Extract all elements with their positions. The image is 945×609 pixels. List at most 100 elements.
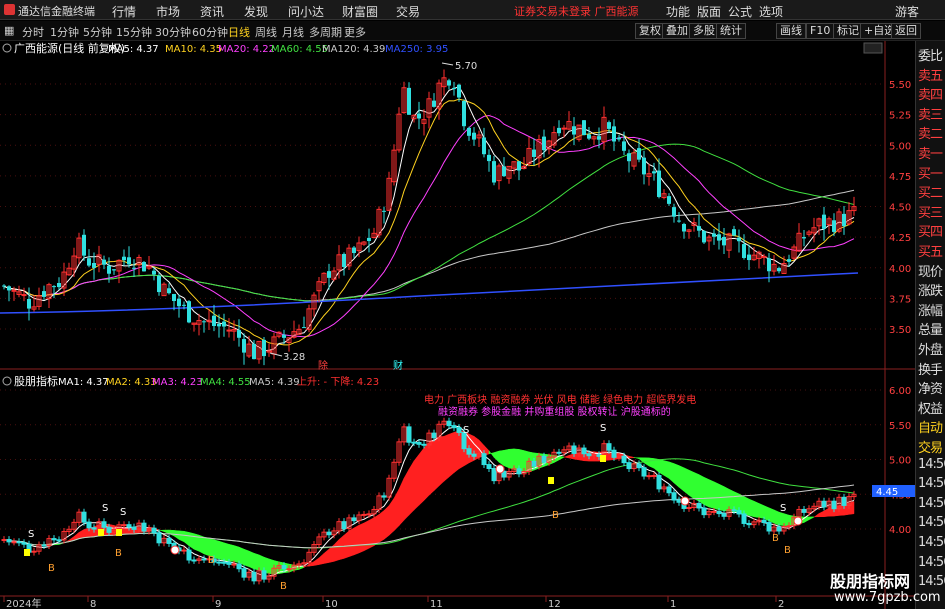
menu-function[interactable]: 功能 bbox=[666, 3, 690, 20]
period-tab[interactable]: 多周期 bbox=[309, 24, 342, 40]
mark-button[interactable]: 标记 bbox=[833, 23, 863, 39]
period-tab[interactable]: 60分钟 bbox=[192, 24, 228, 40]
ribbon-segment bbox=[433, 436, 440, 492]
candle-body bbox=[582, 120, 586, 136]
indicator-body bbox=[786, 525, 792, 528]
ex-dividend-marker[interactable]: 除 bbox=[318, 359, 328, 372]
candle-body bbox=[262, 339, 266, 357]
sell-signal: S bbox=[463, 425, 469, 436]
indicator-rise-fall-legend: 上升: - 下降: 4.23 bbox=[297, 375, 379, 388]
menu-ask[interactable]: 问小达 bbox=[288, 3, 324, 20]
ribbon-segment bbox=[713, 481, 720, 511]
indicator-body bbox=[731, 509, 737, 512]
indicator-body bbox=[431, 432, 437, 439]
menu-formula[interactable]: 公式 bbox=[728, 3, 752, 20]
expand-toggle-icon[interactable] bbox=[863, 42, 883, 54]
indicator-body bbox=[261, 570, 267, 580]
indicator-body bbox=[466, 448, 472, 455]
period-tab-daily[interactable]: 日线 bbox=[228, 24, 250, 40]
candle-body bbox=[561, 127, 567, 130]
candle-body bbox=[822, 214, 826, 229]
candle-body bbox=[657, 170, 661, 197]
period-tab[interactable]: 月线 bbox=[282, 24, 304, 40]
ribbon-segment bbox=[373, 514, 380, 547]
indicator-body bbox=[341, 521, 347, 530]
indicator-body bbox=[141, 522, 147, 532]
multi-stock-button[interactable]: 多股 bbox=[689, 23, 719, 39]
candle-body bbox=[677, 220, 681, 222]
candle-body bbox=[122, 256, 126, 261]
candle-body bbox=[482, 137, 486, 155]
indicator-body bbox=[626, 462, 632, 470]
adjust-button[interactable]: 复权 bbox=[635, 23, 665, 39]
user-guest[interactable]: 游客 bbox=[895, 3, 919, 20]
candle-body bbox=[672, 207, 676, 217]
indicator-body bbox=[411, 441, 417, 444]
indicator-body bbox=[801, 508, 807, 513]
period-tab[interactable]: 周线 bbox=[255, 24, 277, 40]
candle-body bbox=[367, 237, 371, 242]
kline-chart[interactable]: 广西能源(日线 前复权) MA5: 4.37 MA10: 4.35 MA20: … bbox=[0, 41, 915, 609]
period-tab[interactable]: 5分钟 bbox=[83, 24, 112, 40]
menu-wealth[interactable]: 财富圈 bbox=[342, 3, 378, 20]
time-label: 1 bbox=[670, 599, 676, 609]
indicator-body bbox=[471, 453, 477, 457]
grid-icon[interactable]: ▦ bbox=[4, 24, 14, 37]
quote-panel-row: 买三 bbox=[918, 205, 943, 221]
finance-marker[interactable]: 财 bbox=[393, 359, 403, 372]
ribbon-segment bbox=[688, 469, 695, 500]
menu-quotes[interactable]: 行情 bbox=[112, 3, 136, 20]
back-button[interactable]: 返回 bbox=[891, 23, 921, 39]
indicator-body bbox=[486, 464, 492, 469]
candle-body bbox=[652, 171, 656, 174]
period-tab[interactable]: 30分钟 bbox=[155, 24, 191, 40]
low-price-label: 3.28 bbox=[283, 352, 305, 363]
cross-marker bbox=[680, 496, 690, 506]
menu-market[interactable]: 市场 bbox=[156, 3, 180, 20]
menu-trade[interactable]: 交易 bbox=[396, 3, 420, 20]
draw-button[interactable]: 画线 bbox=[776, 23, 806, 39]
period-tab[interactable]: 分时 bbox=[22, 24, 44, 40]
indicator-body bbox=[281, 565, 287, 570]
buy-signal: B bbox=[115, 548, 122, 559]
overlay-button[interactable]: 叠加 bbox=[662, 23, 692, 39]
ribbon-segment bbox=[783, 513, 790, 526]
price-tick: 3.50 bbox=[889, 325, 911, 336]
indicator-body bbox=[831, 500, 837, 510]
indicator-body bbox=[151, 527, 157, 534]
cross-marker bbox=[793, 516, 803, 526]
candle-body bbox=[761, 255, 767, 258]
quote-panel-row: 14:56 bbox=[918, 515, 945, 531]
candle-body bbox=[542, 136, 546, 151]
candle-body bbox=[107, 265, 111, 274]
ma250-legend: MA250: 3.95 bbox=[385, 44, 448, 55]
quote-panel-row: 卖五 bbox=[918, 68, 943, 84]
cross-marker bbox=[495, 464, 505, 474]
signal-flag bbox=[116, 529, 122, 536]
menu-layout[interactable]: 版面 bbox=[697, 3, 721, 20]
candle-body bbox=[142, 262, 146, 272]
period-tab[interactable]: 15分钟 bbox=[116, 24, 152, 40]
period-toolbar: ▦ 分时 1分钟 5分钟 15分钟 30分钟 60分钟 日线 周线 月线 多周期… bbox=[0, 21, 945, 41]
buy-signal: B bbox=[552, 510, 559, 521]
indicator-tick: 6.00 bbox=[889, 386, 911, 397]
quote-panel-row: 卖四 bbox=[918, 88, 943, 104]
indicator-body bbox=[366, 513, 372, 516]
ribbon-segment bbox=[418, 447, 425, 506]
login-warning[interactable]: 证券交易未登录 广西能源 bbox=[514, 3, 639, 19]
period-tab[interactable]: 1分钟 bbox=[50, 24, 79, 40]
menu-news[interactable]: 资讯 bbox=[200, 3, 224, 20]
more-periods[interactable]: 更多 bbox=[344, 24, 366, 40]
candle-body bbox=[842, 213, 846, 227]
menu-options[interactable]: 选项 bbox=[759, 3, 783, 20]
ribbon-segment bbox=[363, 519, 370, 552]
indicator-body bbox=[286, 568, 292, 571]
indicator-body bbox=[491, 467, 497, 482]
price-tick: 5.50 bbox=[889, 80, 911, 91]
menu-discover[interactable]: 发现 bbox=[244, 3, 268, 20]
candle-body bbox=[7, 286, 11, 291]
stats-button[interactable]: 统计 bbox=[716, 23, 746, 39]
watermark-title: 股朋指标网 bbox=[830, 572, 911, 591]
f10-button[interactable]: F10 bbox=[806, 23, 835, 39]
candle-body bbox=[432, 100, 436, 107]
